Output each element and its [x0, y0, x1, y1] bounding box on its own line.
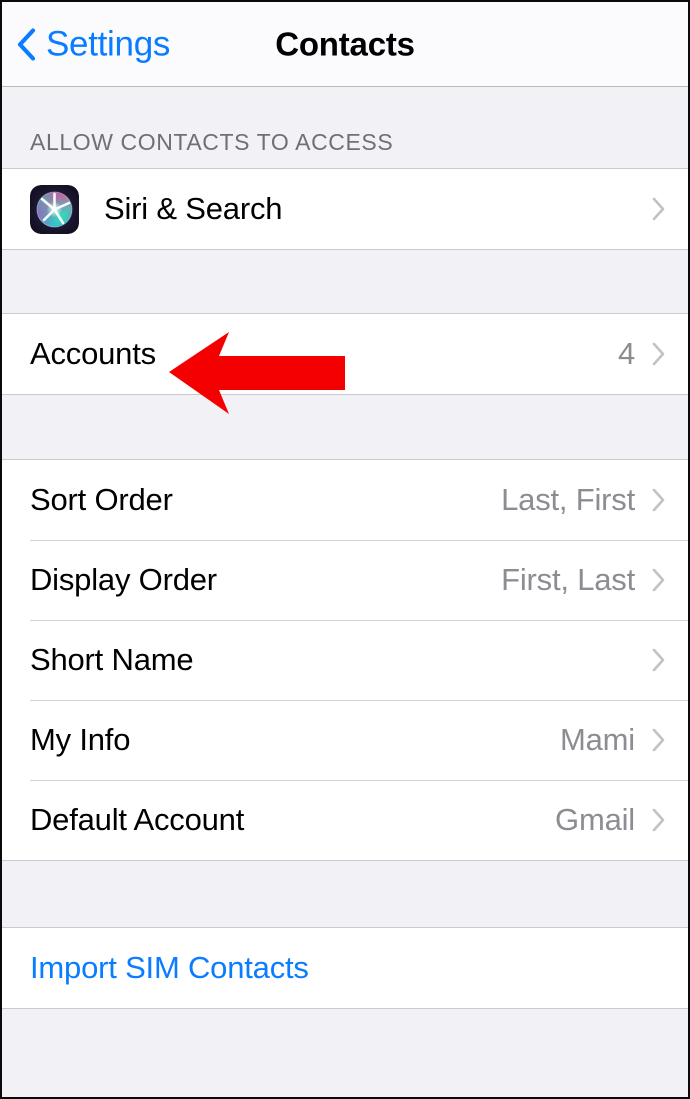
row-siri-and-search[interactable]: Siri & Search — [2, 169, 688, 249]
chevron-right-icon — [652, 342, 665, 366]
row-label: My Info — [30, 722, 131, 757]
page-title: Contacts — [275, 25, 415, 63]
bottom-filler — [2, 1009, 688, 1097]
row-label: Import SIM Contacts — [30, 950, 309, 985]
row-label: Display Order — [30, 562, 217, 597]
row-value: Last, First — [501, 482, 635, 517]
chevron-right-icon — [652, 568, 665, 592]
row-label: Accounts — [30, 336, 156, 371]
section-contact-preferences: Sort Order Last, First Display Order Fir… — [2, 459, 688, 861]
chevron-right-icon — [652, 728, 665, 752]
row-label: Default Account — [30, 802, 245, 837]
row-value: Gmail — [555, 802, 635, 837]
row-sort-order[interactable]: Sort Order Last, First — [2, 460, 688, 540]
row-label: Short Name — [30, 642, 194, 677]
row-my-info[interactable]: My Info Mami — [2, 700, 688, 780]
siri-icon — [30, 184, 79, 234]
settings-list: ALLOW CONTACTS TO ACCESS Siri & Search A… — [2, 87, 688, 1097]
row-import-sim-contacts[interactable]: Import SIM Contacts — [2, 928, 688, 1008]
section-allow-access: Siri & Search — [2, 168, 688, 250]
chevron-right-icon — [652, 648, 665, 672]
row-accounts[interactable]: Accounts 4 — [2, 314, 688, 394]
chevron-right-icon — [652, 197, 665, 221]
row-default-account[interactable]: Default Account Gmail — [2, 780, 688, 860]
row-label: Siri & Search — [104, 191, 283, 226]
row-value: 4 — [617, 336, 635, 371]
chevron-right-icon — [652, 808, 665, 832]
chevron-right-icon — [652, 488, 665, 512]
row-label: Sort Order — [30, 482, 173, 517]
row-short-name[interactable]: Short Name — [2, 620, 688, 700]
section-header-allow-access: ALLOW CONTACTS TO ACCESS — [30, 129, 394, 155]
section-import-sim: Import SIM Contacts — [2, 927, 688, 1009]
navigation-bar: Settings Contacts — [2, 2, 688, 87]
row-value: Mami — [560, 722, 635, 757]
section-gap — [2, 395, 688, 459]
iphone-settings-screen: Settings Contacts ALLOW CONTACTS TO ACCE… — [0, 0, 690, 1099]
row-value: First, Last — [501, 562, 635, 597]
section-gap — [2, 250, 688, 313]
section-accounts: Accounts 4 — [2, 313, 688, 395]
row-display-order[interactable]: Display Order First, Last — [2, 540, 688, 620]
section-gap — [2, 861, 688, 927]
